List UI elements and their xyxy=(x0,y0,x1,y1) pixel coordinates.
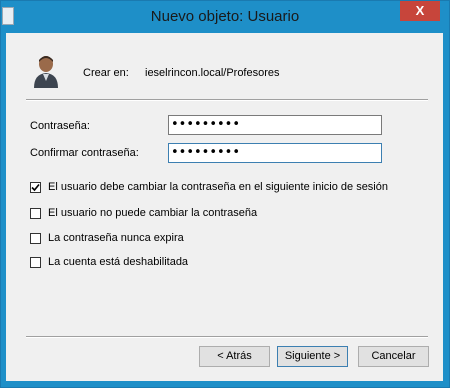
password-label: Contraseña: xyxy=(30,120,90,132)
confirm-password-field[interactable]: ••••••••• xyxy=(168,143,382,163)
password-field[interactable]: ••••••••• xyxy=(168,115,382,135)
confirm-password-label: Confirmar contraseña: xyxy=(30,147,139,159)
checkmark-icon xyxy=(31,183,40,192)
checkbox[interactable] xyxy=(30,208,41,219)
option-label: La contraseña nunca expira xyxy=(48,232,184,244)
title-bar[interactable]: Nuevo objeto: Usuario X xyxy=(1,1,449,33)
back-button[interactable]: < Atrás xyxy=(199,346,270,367)
create-in-path: ieselrincon.local/Profesores xyxy=(145,67,280,79)
option-label: La cuenta está deshabilitada xyxy=(48,256,189,268)
dialog-window: Nuevo objeto: Usuario X Crear en: ieselr… xyxy=(0,0,450,388)
separator-bottom xyxy=(26,336,428,338)
window-title: Nuevo objeto: Usuario xyxy=(150,8,300,25)
header-panel: Crear en: ieselrincon.local/Profesores xyxy=(6,33,443,96)
option-label: El usuario debe cambiar la contraseña en… xyxy=(48,181,388,193)
checkbox[interactable] xyxy=(30,257,41,268)
checkbox[interactable] xyxy=(30,182,41,193)
create-in-label: Crear en: xyxy=(83,67,129,79)
user-icon xyxy=(34,56,58,88)
dialog-content: Crear en: ieselrincon.local/Profesores C… xyxy=(6,33,443,381)
next-button[interactable]: Siguiente > xyxy=(277,346,348,367)
close-button[interactable]: X xyxy=(400,1,440,21)
checkbox[interactable] xyxy=(30,233,41,244)
cancel-button[interactable]: Cancelar xyxy=(358,346,429,367)
separator-top xyxy=(26,99,428,101)
option-label: El usuario no puede cambiar la contraseñ… xyxy=(48,207,258,219)
